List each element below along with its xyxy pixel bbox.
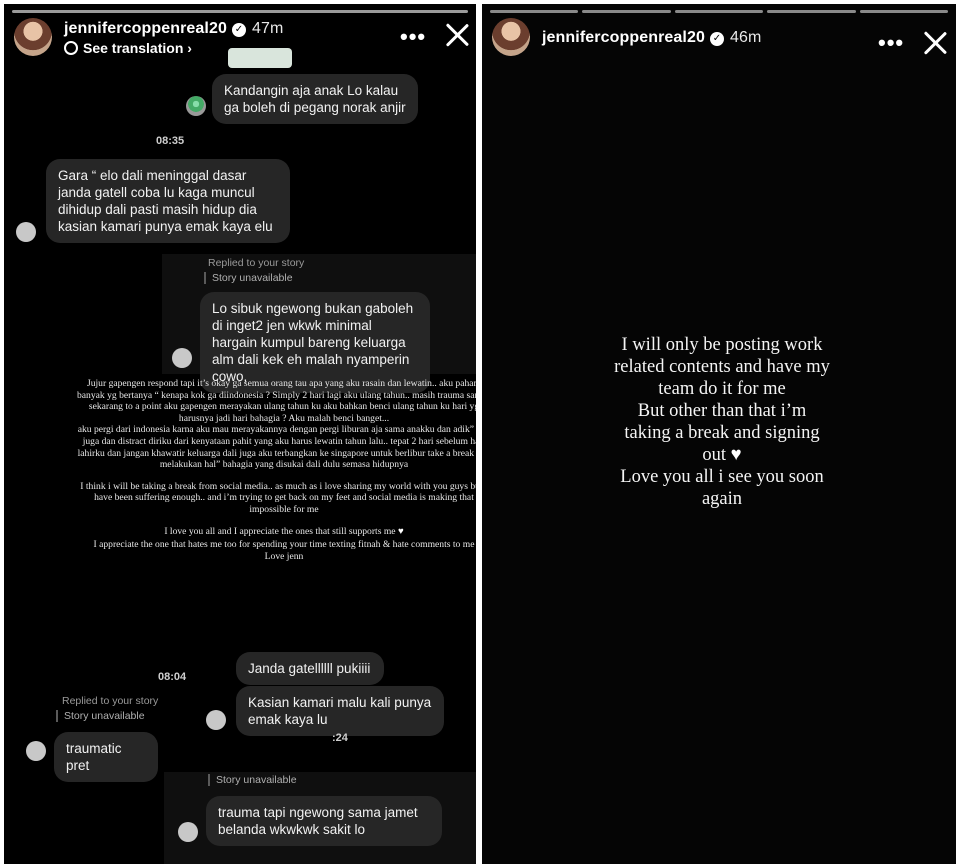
- story-progress: [12, 10, 468, 13]
- replied-to-story: Replied to your story: [62, 695, 159, 707]
- story-text: I will only be posting work related cont…: [572, 334, 872, 510]
- message-bubble: Kasian kamari malu kali punya emak kaya …: [236, 686, 444, 736]
- verified-badge-icon: ✓: [709, 32, 724, 46]
- message-bubble: trauma tapi ngewong sama jamet belanda w…: [206, 796, 442, 846]
- story-progress: [490, 10, 949, 13]
- progress-segment: [582, 10, 671, 13]
- story-line: taking a break and signing: [624, 423, 820, 443]
- story-unavailable: Story unavailable: [56, 710, 145, 722]
- left-story[interactable]: jennifercoppenreal20 ✓ 47m See translation…: [4, 4, 476, 864]
- story-line: team do it for me: [658, 379, 786, 399]
- story-line: Love you all i see you soon: [620, 467, 824, 487]
- message-bubble: Kandangin aja anak Lo kalau ga boleh di …: [212, 74, 418, 124]
- chevron-right-icon: ›: [183, 40, 192, 56]
- story-line-with-heart: out ♥: [572, 444, 872, 466]
- story-line: out: [702, 445, 727, 465]
- more-horizontal-icon[interactable]: •••: [878, 30, 904, 56]
- post-time: 47m: [251, 20, 284, 37]
- globe-icon: [64, 41, 78, 55]
- timestamp: :24: [332, 732, 348, 744]
- sender-avatar: [178, 822, 198, 842]
- timestamp: 08:04: [158, 671, 187, 683]
- sender-avatar: [172, 348, 192, 368]
- caption-paragraph: I think i will be taking a break from so…: [80, 480, 476, 515]
- message-bubble: Janda gatellllll pukiiii: [236, 652, 384, 685]
- image-thumbnail: [228, 48, 292, 68]
- sender-avatar: [186, 96, 206, 116]
- right-story[interactable]: jennifercoppenreal20 ✓ 46m ••• I will only…: [482, 4, 956, 864]
- see-translation-label: See translation: [83, 40, 184, 56]
- username[interactable]: jennifercoppenreal20: [542, 29, 705, 46]
- post-time: 46m: [729, 29, 762, 46]
- message-bubble: traumatic pret: [54, 732, 158, 782]
- caption-signature: Love jenn: [264, 550, 304, 562]
- close-icon[interactable]: [444, 22, 470, 48]
- sender-avatar: [26, 741, 46, 761]
- username[interactable]: jennifercoppenreal20: [64, 20, 227, 37]
- see-translation-button[interactable]: See translation ›: [64, 40, 192, 56]
- message-bubble: Gara “ elo dali meninggal dasar janda ga…: [46, 159, 290, 243]
- avatar[interactable]: [492, 18, 530, 56]
- sender-avatar: [16, 222, 36, 242]
- close-icon[interactable]: [922, 30, 948, 56]
- story-line: again: [701, 489, 743, 509]
- progress-segment: [490, 10, 579, 13]
- caption-paragraph: aku pergi dari indonesia karna aku mau m…: [77, 424, 476, 471]
- progress-segment: [859, 10, 949, 13]
- username-line: jennifercoppenreal20 ✓ 47m: [64, 20, 283, 38]
- progress-segment: [767, 10, 856, 13]
- story-line: But other than that i’m: [637, 401, 807, 421]
- caption-paragraph: Jujur gapengen respond tapi it’s okay ga…: [76, 378, 476, 424]
- verified-badge-icon: ✓: [231, 23, 246, 37]
- caption-paragraph: I love you all and I appreciate the ones…: [164, 525, 396, 537]
- story-unavailable: Story unavailable: [204, 272, 293, 284]
- username-line: jennifercoppenreal20 ✓ 46m: [542, 29, 761, 47]
- white-heart-icon: ♥: [730, 445, 742, 465]
- timestamp: 08:35: [156, 135, 185, 147]
- white-heart-icon: ♥: [397, 525, 404, 537]
- replied-to-story: Replied to your story: [208, 257, 305, 269]
- progress-segment: [12, 10, 468, 13]
- sender-avatar: [206, 710, 226, 730]
- story-line: related contents and have my: [614, 357, 830, 377]
- story-unavailable: Story unavailable: [208, 774, 297, 786]
- progress-segment: [674, 10, 764, 13]
- story-line: I will only be posting work: [621, 335, 823, 355]
- more-horizontal-icon[interactable]: •••: [400, 24, 426, 50]
- avatar[interactable]: [14, 18, 52, 56]
- story-caption: Jujur gapengen respond tapi it’s okay ga…: [74, 378, 476, 562]
- story-header: jennifercoppenreal20 ✓ 46m •••: [492, 18, 946, 62]
- caption-paragraph: I appreciate the one that hates me too f…: [93, 539, 475, 551]
